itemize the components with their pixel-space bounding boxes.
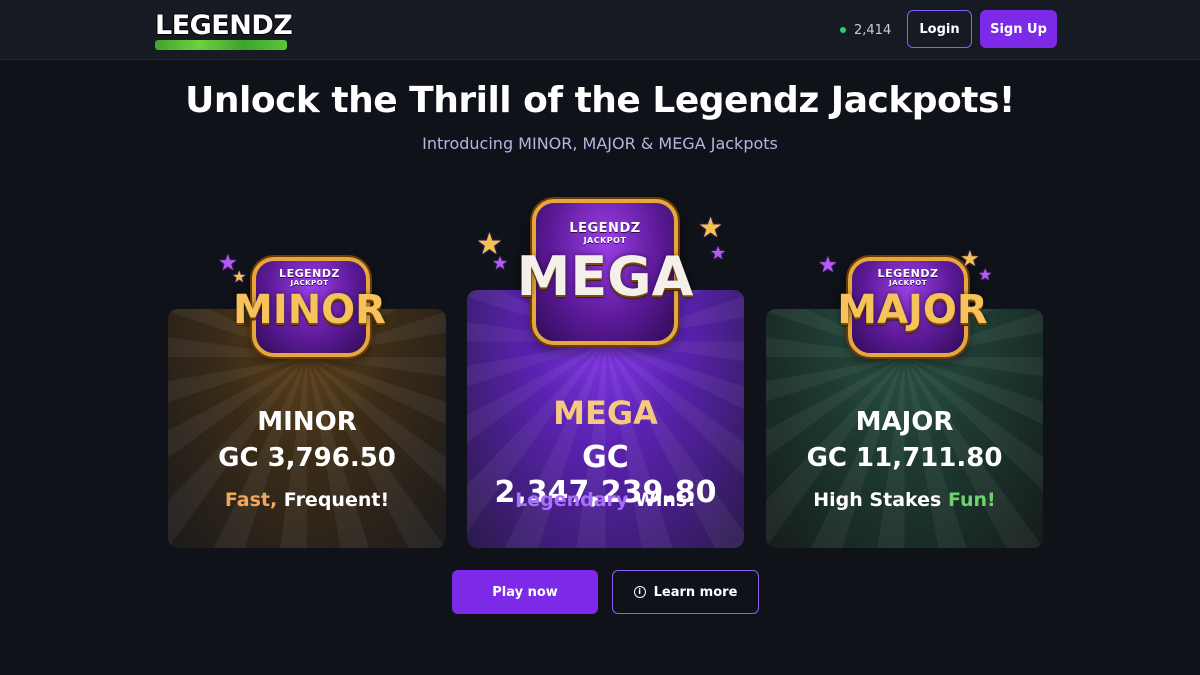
badge-word: MAJOR (837, 287, 988, 333)
badge-word: MINOR (233, 287, 386, 333)
page-title: Unlock the Thrill of the Legendz Jackpot… (185, 80, 1015, 121)
mega-jackpot-badge: LEGENDZ JACKPOT MEGA ★ ★ ★ ★ (470, 193, 740, 353)
online-players: 2,414 (840, 20, 891, 40)
badge-sub: JACKPOT (889, 279, 927, 287)
star-icon: ★ (818, 253, 838, 278)
page-subtitle: Introducing MINOR, MAJOR & MEGA Jackpots (422, 134, 778, 153)
login-button[interactable]: Login (907, 10, 972, 48)
signup-button[interactable]: Sign Up (980, 10, 1057, 48)
jackpot-tagline: Legendary Wins! (467, 489, 744, 511)
legendz-logo[interactable]: LEGENDZ (155, 10, 293, 50)
tagline-accent: Legendary (515, 489, 629, 511)
jackpot-tagline: High Stakes Fun! (766, 489, 1043, 511)
jackpot-amount: GC 11,711.80 (806, 443, 1003, 473)
learn-more-button[interactable]: i Learn more (612, 570, 759, 614)
major-jackpot-badge: LEGENDZ JACKPOT MAJOR ★ ★ ★ (800, 245, 1025, 365)
star-icon: ★ (978, 265, 993, 284)
tagline-rest: Wins! (628, 489, 696, 511)
tagline-rest: Frequent! (277, 489, 390, 511)
badge-word: MEGA (516, 245, 694, 308)
jackpot-amount: GC 3,796.50 (218, 443, 396, 473)
tagline-accent: Fun! (947, 489, 996, 511)
status-dot-icon (840, 27, 846, 33)
info-circle-icon: i (633, 586, 646, 598)
badge-sub: JACKPOT (583, 236, 627, 245)
jackpot-name: MAJOR (855, 407, 954, 437)
star-icon: ★ (698, 211, 724, 244)
star-icon: ★ (492, 253, 509, 274)
jackpot-name: MINOR (257, 407, 357, 437)
learn-more-label: Learn more (653, 584, 738, 600)
top-nav: LEGENDZ 2,414 Login Sign Up (0, 0, 1200, 60)
badge-sub: JACKPOT (290, 279, 329, 287)
online-count: 2,414 (854, 22, 892, 38)
star-icon: ★ (232, 267, 247, 286)
play-now-button[interactable]: Play now (452, 570, 598, 614)
badge-brand: LEGENDZ (569, 221, 641, 236)
tagline-accent: Fast, (224, 489, 278, 511)
star-icon: ★ (960, 247, 980, 272)
jackpot-name: MEGA (553, 394, 658, 432)
logo-wordmark: LEGENDZ (155, 10, 293, 41)
logo-grass-decoration (155, 40, 287, 50)
minor-jackpot-badge: LEGENDZ JACKPOT MINOR ★ ★ (212, 245, 407, 365)
star-icon: ★ (710, 243, 727, 264)
tagline-rest: High Stakes (813, 489, 948, 511)
jackpot-tagline: Fast, Frequent! (168, 489, 446, 511)
